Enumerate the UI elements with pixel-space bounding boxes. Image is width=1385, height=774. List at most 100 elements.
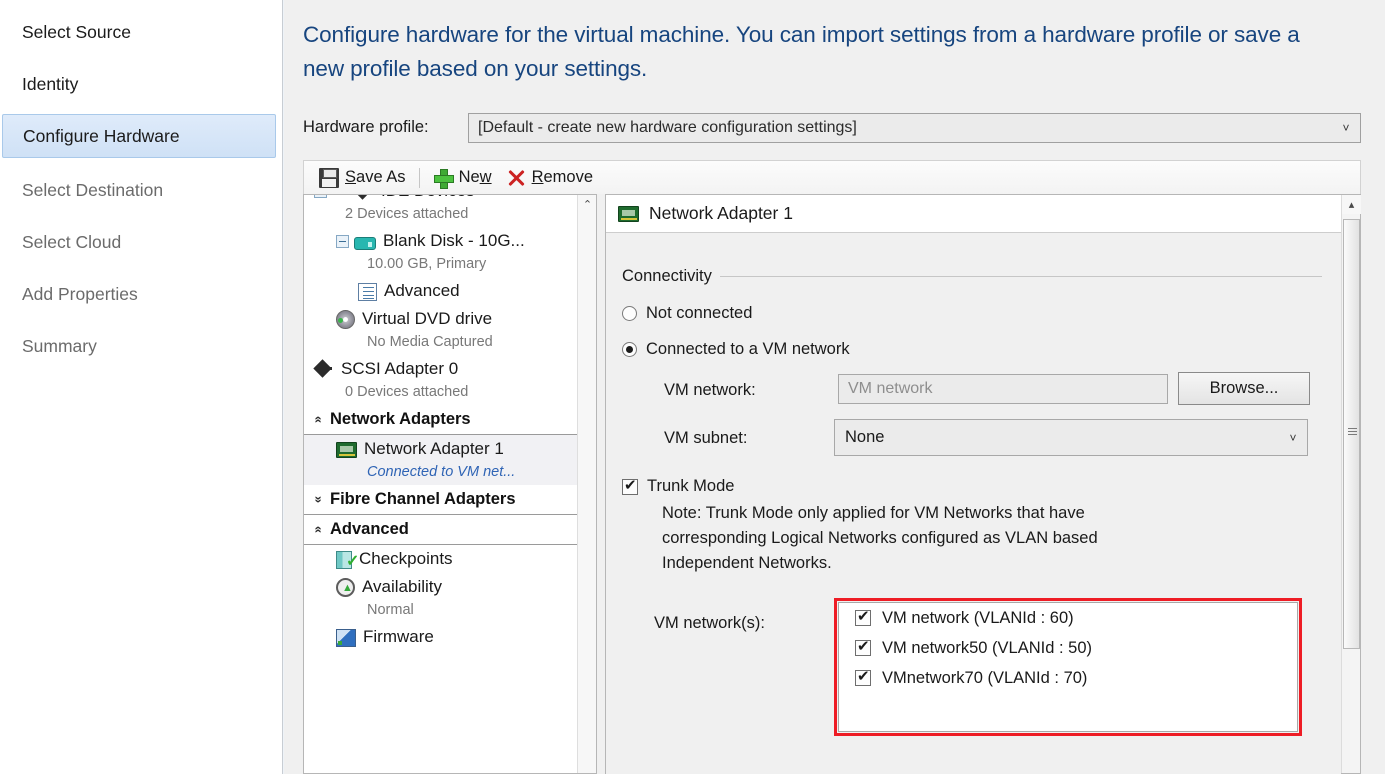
adapter-detail-header: Network Adapter 1 xyxy=(606,195,1341,233)
hardware-profile-value: [Default - create new hardware configura… xyxy=(469,119,1338,137)
chevron-up-double-icon: « xyxy=(312,519,327,541)
tree-item-virtual-dvd-drive[interactable]: Virtual DVD drive No Media Captured xyxy=(304,305,578,355)
save-as-button[interactable]: Save As xyxy=(312,164,413,192)
checkbox-checked-icon[interactable] xyxy=(855,670,871,686)
tree-item-sublabel: 2 Devices attached xyxy=(314,205,578,227)
vm-network-list-item[interactable]: VM network50 (VLANId : 50) xyxy=(839,633,1297,663)
tree-item-label: Blank Disk - 10G... xyxy=(383,231,525,251)
sidebar-item-label: Select Source xyxy=(22,22,131,43)
sidebar-item-select-source[interactable]: Select Source xyxy=(2,10,276,54)
chevron-down-double-icon: » xyxy=(312,489,327,511)
profile-toolbar: Save As New Remove xyxy=(303,160,1361,194)
scrollbar-thumb[interactable] xyxy=(1343,219,1360,649)
scroll-up-arrow-icon[interactable]: ⌃ xyxy=(578,195,597,214)
scroll-up-arrow-icon[interactable]: ▴ xyxy=(1342,195,1361,214)
tree-group-label: Network Adapters xyxy=(330,410,471,429)
tree-item-ide-devices[interactable]: ⌄IDE Devices2 Devices attached xyxy=(304,194,578,227)
tree-item-advanced[interactable]: Advanced xyxy=(304,277,578,305)
sidebar-item-label: Identity xyxy=(22,74,78,95)
radio-not-connected[interactable]: Not connected xyxy=(622,304,752,323)
tree-item-label: Firmware xyxy=(363,627,434,647)
tree-item-main: SCSI Adapter 0 xyxy=(314,355,578,383)
tree-item-availability[interactable]: AvailabilityNormal xyxy=(304,573,578,623)
tree-item-main: Blank Disk - 10G... xyxy=(314,227,578,255)
tree-group-fibre-channel-adapters[interactable]: »Fibre Channel Adapters xyxy=(304,485,578,515)
sidebar-item-label: Select Destination xyxy=(22,180,163,201)
tree-item-label: SCSI Adapter 0 xyxy=(341,359,458,379)
expander-collapse-icon[interactable] xyxy=(336,235,349,248)
vm-network-label: VM network (VLANId : 60) xyxy=(882,609,1074,628)
tree-item-network-adapter-1[interactable]: Network Adapter 1 Connected to VM net... xyxy=(304,435,578,485)
sidebar-item-summary[interactable]: Summary xyxy=(2,324,276,368)
tree-group-label: Fibre Channel Adapters xyxy=(330,490,516,509)
sidebar-item-select-cloud[interactable]: Select Cloud xyxy=(2,220,276,264)
radio-button-icon xyxy=(622,306,637,321)
expander-collapse-icon[interactable] xyxy=(314,194,327,198)
tree-item-label: Virtual DVD drive xyxy=(362,309,492,329)
tree-item-main: ⌄IDE Devices xyxy=(314,194,578,205)
sidebar-item-identity[interactable]: Identity xyxy=(2,62,276,106)
tree-item-label: Network Adapter 1 xyxy=(364,439,504,459)
disk-icon xyxy=(354,237,376,250)
trunk-mode-checkbox[interactable]: Trunk Mode xyxy=(622,477,734,496)
hardware-panes: ⌄IDE Devices2 Devices attachedBlank Disk… xyxy=(303,194,1361,774)
remove-button[interactable]: Remove xyxy=(499,164,600,192)
adapter-detail-title: Network Adapter 1 xyxy=(649,203,793,224)
chevron-up-double-icon: « xyxy=(312,409,327,431)
scsi-adapter-icon xyxy=(314,359,334,379)
tree-item-main: Firmware xyxy=(314,623,578,651)
tree-item-sublabel: Connected to VM net... xyxy=(314,463,578,485)
vm-network-list-item[interactable]: VMnetwork70 (VLANId : 70) xyxy=(839,663,1297,693)
close-x-icon xyxy=(506,168,526,188)
adapter-detail-body: Connectivity Not connected Connected to … xyxy=(606,234,1341,774)
hardware-tree-panel: ⌄IDE Devices2 Devices attachedBlank Disk… xyxy=(303,194,597,774)
remove-label: Remove xyxy=(532,168,593,187)
dvd-drive-icon xyxy=(336,310,355,329)
sidebar-item-label: Configure Hardware xyxy=(23,126,180,147)
vm-network-list-item[interactable]: VM network (VLANId : 60) xyxy=(839,603,1297,633)
new-button[interactable]: New xyxy=(426,164,499,192)
tree-item-scsi-adapter-0[interactable]: SCSI Adapter 0 0 Devices attached xyxy=(304,355,578,405)
chevron-down-icon: ˅ xyxy=(1338,122,1360,134)
adapter-detail-panel: Network Adapter 1 Connectivity Not conne… xyxy=(605,194,1361,774)
advanced-list-icon xyxy=(358,283,377,301)
checkbox-checked-icon[interactable] xyxy=(855,640,871,656)
tree-item-sublabel: 0 Devices attached xyxy=(314,383,578,405)
hardware-tree-scrollbar[interactable]: ⌃ xyxy=(577,195,596,773)
radio-connected-vm-network[interactable]: Connected to a VM network xyxy=(622,340,850,359)
tree-item-firmware[interactable]: Firmware xyxy=(304,623,578,651)
plus-icon xyxy=(433,168,453,188)
radio-not-connected-label: Not connected xyxy=(646,304,752,323)
legend-rule xyxy=(720,276,1322,277)
tree-item-sublabel: No Media Captured xyxy=(314,333,578,355)
vm-network-input[interactable]: VM network xyxy=(838,374,1168,404)
radio-button-selected-icon xyxy=(622,342,637,357)
new-label: New xyxy=(459,168,492,187)
tree-group-network-adapters[interactable]: «Network Adapters xyxy=(304,405,578,435)
tree-item-checkpoints[interactable]: Checkpoints xyxy=(304,545,578,573)
vm-networks-list[interactable]: VM network (VLANId : 60) VM network50 (VL… xyxy=(838,602,1298,732)
tree-group-label: Advanced xyxy=(330,520,409,539)
sidebar-item-configure-hardware[interactable]: Configure Hardware xyxy=(2,114,276,158)
hardware-profile-row: Hardware profile: [Default - create new … xyxy=(303,113,1361,143)
vm-subnet-select[interactable]: None ˅ xyxy=(834,419,1308,456)
sidebar-item-label: Add Properties xyxy=(22,284,138,305)
tree-group-advanced[interactable]: «Advanced xyxy=(304,515,578,545)
sidebar-item-add-properties[interactable]: Add Properties xyxy=(2,272,276,316)
page-title: Configure hardware for the virtual machi… xyxy=(303,18,1333,86)
tree-item-label: IDE Devices xyxy=(381,194,475,201)
wizard-step-sidebar: Select Source Identity Configure Hardware S… xyxy=(0,0,283,774)
tree-item-main: Network Adapter 1 xyxy=(314,435,578,463)
sidebar-item-select-destination[interactable]: Select Destination xyxy=(2,168,276,212)
trunk-mode-note: Note: Trunk Mode only applied for VM Net… xyxy=(662,501,1192,576)
vm-subnet-label: VM subnet: xyxy=(664,429,747,448)
tree-item-blank-disk-10g[interactable]: Blank Disk - 10G... 10.00 GB, Primary xyxy=(304,227,578,277)
firmware-icon xyxy=(336,629,356,647)
tree-item-label: Availability xyxy=(362,577,442,597)
adapter-detail-scrollbar[interactable]: ▴ xyxy=(1341,195,1360,773)
tree-item-sublabel: 10.00 GB, Primary xyxy=(314,255,578,277)
hardware-profile-select[interactable]: [Default - create new hardware configura… xyxy=(468,113,1361,143)
floppy-disk-icon xyxy=(319,168,339,188)
browse-button[interactable]: Browse... xyxy=(1178,372,1310,405)
checkbox-checked-icon[interactable] xyxy=(855,610,871,626)
